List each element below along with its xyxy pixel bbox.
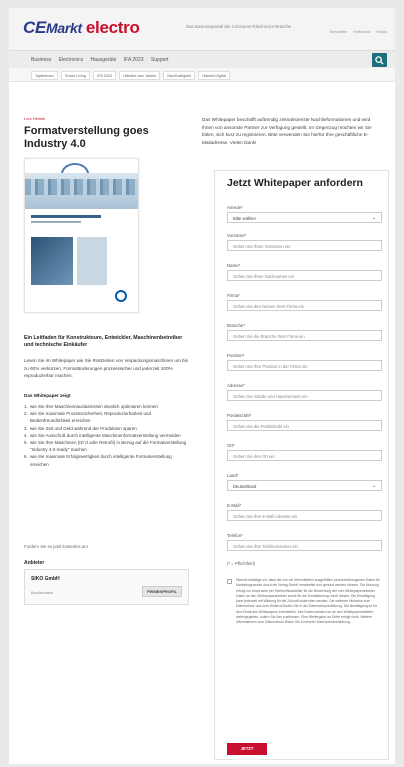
toplink-newsletter[interactable]: Newsletter	[330, 30, 348, 34]
list-item: 1. wie Sie Ihre Maschinenauslastzeiten de…	[24, 404, 158, 409]
chip-handel-digital[interactable]: Handel Digital	[198, 71, 230, 80]
address-label: Adresse*	[227, 383, 245, 388]
salutation-label: Anrede*	[227, 205, 243, 210]
main-nav: Business Electronics Hausgeräte IFA 2023…	[9, 50, 395, 68]
cover-photo	[31, 237, 73, 285]
zip-field[interactable]: Geben Sie die Postleitzahl ein	[227, 420, 382, 431]
article-title: Formatverstellung goes Industry 4.0	[24, 125, 149, 150]
firstname-label: Vorname*	[227, 233, 247, 238]
chip-ifa[interactable]: IFA 2023	[93, 71, 117, 80]
site-logo[interactable]: CEMarkt electro	[23, 18, 140, 38]
article-body: Lesen Sie im Whitepaper wie Sie Rüstzeit…	[24, 358, 188, 378]
chip-haendler[interactable]: Händler des Jahres	[119, 71, 161, 80]
company-label: Firma*	[227, 293, 240, 298]
nav-item-support[interactable]: Support	[151, 57, 169, 63]
company-profile-button[interactable]: FIRMENPROFIL	[142, 586, 182, 597]
nav-item-ifa[interactable]: IFA 2023	[124, 57, 144, 63]
topic-chips: Topthemen Smart Living IFA 2023 Händler …	[31, 71, 232, 80]
whitepaper-form: Jetzt Whitepaper anfordern Anrede* Bitte…	[214, 170, 389, 763]
consent-text: Hiermit bestätige ich, dass die von mir …	[236, 578, 380, 625]
chip-smart-living[interactable]: Smart Living	[60, 71, 91, 80]
consent-checkbox[interactable]	[227, 579, 232, 584]
search-button[interactable]	[372, 53, 387, 67]
cover-title-line	[31, 215, 101, 218]
industry-label: Branche*	[227, 323, 246, 328]
list-item: 3. wie Sie Zeit und Geld während der Prod…	[24, 425, 137, 431]
list-item: 5. wie Sie Ihre Maschinen (ID`d oder Retr…	[24, 440, 187, 453]
list-heading: Das Whitepaper zeigt	[24, 393, 71, 398]
list-item: 2. wie Sie maximale Prozesssicherheit, Re…	[24, 411, 152, 424]
nav-item-business[interactable]: Business	[31, 57, 51, 63]
logo-markt: Markt	[46, 20, 82, 36]
phone-field[interactable]: Geben Sie Ihre Telefonnummer ein	[227, 540, 382, 551]
list-item: 4. wie Sie Ausschuß durch intelligente Ma…	[24, 432, 181, 438]
logo-electro: electro	[85, 18, 140, 37]
chip-topthemen[interactable]: Topthemen	[31, 71, 58, 80]
nav-item-hausgeraete[interactable]: Hausgeräte	[91, 57, 117, 63]
toplink-heftarchiv[interactable]: Heftarchiv	[354, 30, 371, 34]
country-select[interactable]: Deutschland ⌄	[227, 480, 382, 491]
nav-item-electronics[interactable]: Electronics	[59, 57, 83, 63]
salutation-select[interactable]: Bitte wählen ⌄	[227, 212, 382, 223]
lastname-field[interactable]: Geben Sie Ihren Nachnamen ein	[227, 270, 382, 281]
submit-button[interactable]: JETZT ANFORDERN	[227, 743, 267, 763]
nav-items: Business Electronics Hausgeräte IFA 2023…	[31, 57, 174, 63]
cover-photo-secondary	[77, 237, 107, 285]
toplink-media[interactable]: Media	[377, 30, 387, 34]
country-label: Land*	[227, 473, 239, 478]
benefit-list: 1. wie Sie Ihre Maschinenauslastzeiten de…	[24, 403, 189, 468]
address-field[interactable]: Geben Sie Straße und Hausnummer ein	[227, 390, 382, 401]
email-field[interactable]: Geben Sie Ihre E-Mail Adresse ein	[227, 510, 382, 521]
chevron-down-icon: ⌄	[371, 483, 376, 489]
teaser-text: Fordern Sie es jetzt kostenlos an!	[24, 544, 88, 549]
city-label: Ort*	[227, 443, 235, 448]
position-label: Position*	[227, 353, 245, 358]
vendor-location: Buchenbach	[31, 590, 54, 595]
whitepaper-cover-image	[24, 158, 139, 313]
phone-label: Telefon*	[227, 533, 243, 538]
firstname-field[interactable]: Geben Sie Ihren Vornamen ein	[227, 240, 382, 251]
cover-brand-logo	[115, 290, 127, 302]
top-links: Newsletter Heftarchiv Media	[325, 30, 388, 34]
logo-ce: CE	[23, 18, 47, 37]
site-header: CEMarkt electro Das Businessportal der Co…	[9, 8, 395, 50]
article-kicker[interactable]: Lorc Helmik	[24, 116, 45, 121]
search-icon	[375, 55, 384, 65]
article-subheading: Ein Leitfaden für Konstrukteure, Entwick…	[24, 335, 183, 348]
company-field[interactable]: Geben Sie den Namen Ihrer Firma ein	[227, 300, 382, 311]
vendor-name: SIKO GmbH	[31, 576, 60, 582]
site-tagline: Das Businessportal der Consumer-Electron…	[186, 24, 292, 29]
cover-subtitle-line	[31, 221, 81, 223]
form-intro: Das Whitepaper beschafft auftrendig zeit…	[202, 117, 372, 145]
lastname-label: Name*	[227, 263, 241, 268]
email-label: E-Mail*	[227, 503, 242, 508]
form-title: Jetzt Whitepaper anfordern	[227, 177, 363, 189]
industry-field[interactable]: Geben Sie die Branche Ihrer Firma ein	[227, 330, 382, 341]
chip-nachhaltigkeit[interactable]: Nachhaltigkeit	[163, 71, 196, 80]
sub-nav: Topthemen Smart Living IFA 2023 Händler …	[9, 68, 395, 82]
chevron-down-icon: ⌄	[371, 215, 376, 221]
position-field[interactable]: Geben Sie Ihre Position in der Firma ein	[227, 360, 382, 371]
city-field[interactable]: Geben Sie den Ort ein	[227, 450, 382, 461]
vendor-heading: Anbieter	[24, 560, 45, 566]
cover-strip	[25, 179, 138, 195]
list-item: 6. wie Sie maximale Erfolgswertigkeit dur…	[24, 454, 172, 467]
page: CEMarkt electro Das Businessportal der Co…	[9, 8, 395, 764]
zip-label: Postleitzahl*	[227, 413, 252, 418]
vendor-card: SIKO GmbH Buchenbach FIRMENPROFIL	[24, 569, 189, 605]
required-note: (* = Pflichtfeld)	[227, 561, 256, 566]
